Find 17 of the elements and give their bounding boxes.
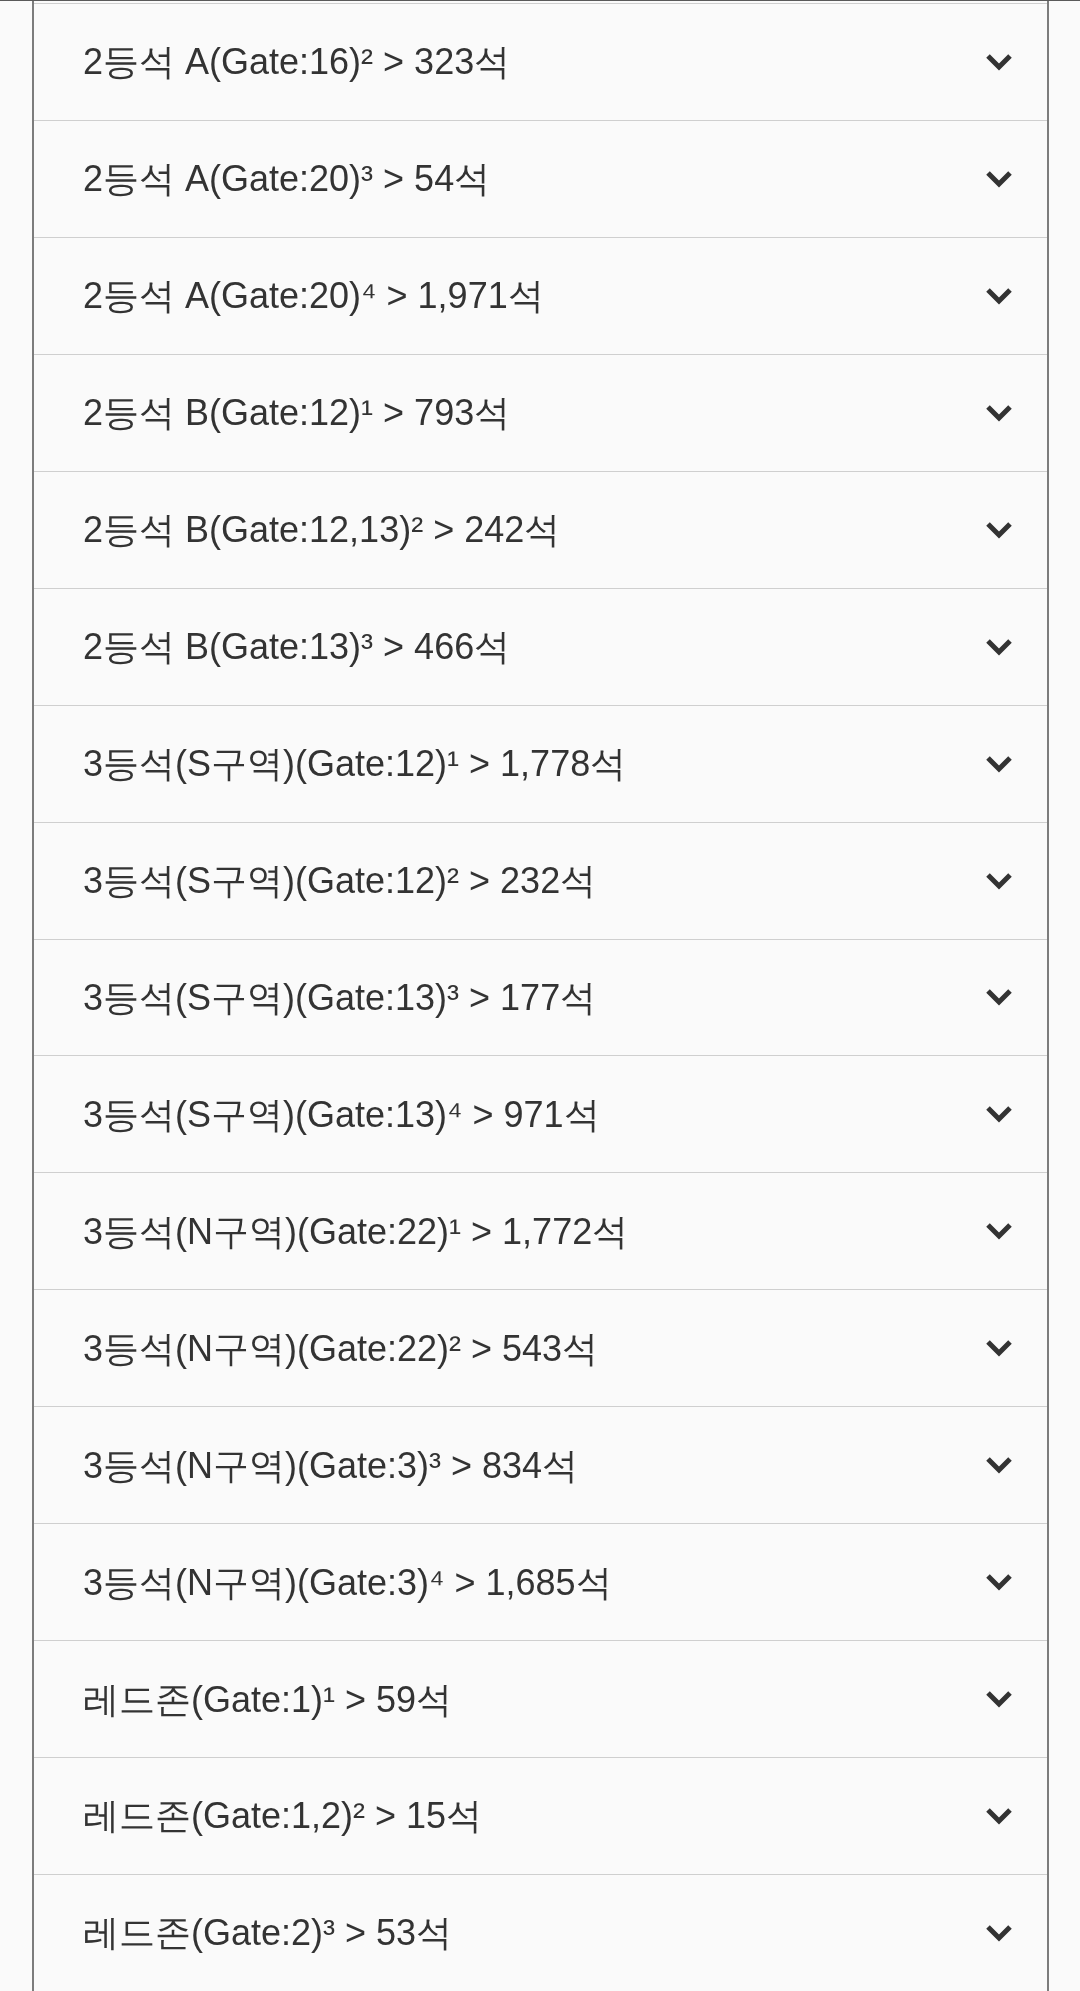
seat-section-header[interactable]: 2등석 A(Gate:20)³ > 54석 <box>34 119 1047 237</box>
seat-section-header[interactable]: 2등석 B(Gate:12)¹ > 793석 <box>34 353 1047 471</box>
seat-section-header[interactable]: 레드존(Gate:1,2)² > 15석 <box>34 1757 1047 1874</box>
seat-section-header[interactable]: 3등석(N구역)(Gate:3)³ > 834석 <box>34 1406 1047 1524</box>
seat-section-header[interactable]: 2등석 B(Gate:13)³ > 466석 <box>34 587 1047 705</box>
seat-section-header[interactable]: 3등석(S구역)(Gate:12)¹ > 1,778석 <box>34 704 1047 822</box>
seat-section-header[interactable]: 레드존(Gate:2)³ > 53석 <box>34 1874 1047 1991</box>
seat-section-header[interactable]: 레드존(Gate:1)¹ > 59석 <box>34 1640 1047 1758</box>
seat-section-header[interactable]: 2등석 A(Gate:20)⁴ > 1,971석 <box>34 236 1047 354</box>
seat-section-header[interactable]: 3등석(S구역)(Gate:13)³ > 177석 <box>34 938 1047 1056</box>
seat-section-header[interactable]: 3등석(S구역)(Gate:12)² > 232석 <box>34 821 1047 939</box>
seat-section-header[interactable]: 3등석(N구역)(Gate:22)² > 543석 <box>34 1289 1047 1407</box>
seat-section-header[interactable]: 2등석 B(Gate:12,13)² > 242석 <box>34 470 1047 588</box>
seat-section-header[interactable]: 3등석(S구역)(Gate:13)⁴ > 971석 <box>34 1055 1047 1173</box>
seat-section-header[interactable]: 3등석(N구역)(Gate:22)¹ > 1,772석 <box>34 1172 1047 1290</box>
seat-section-header[interactable]: 2등석 A(Gate:16)² > 323석 <box>34 3 1047 120</box>
seat-section-header[interactable]: 3등석(N구역)(Gate:3)⁴ > 1,685석 <box>34 1523 1047 1641</box>
